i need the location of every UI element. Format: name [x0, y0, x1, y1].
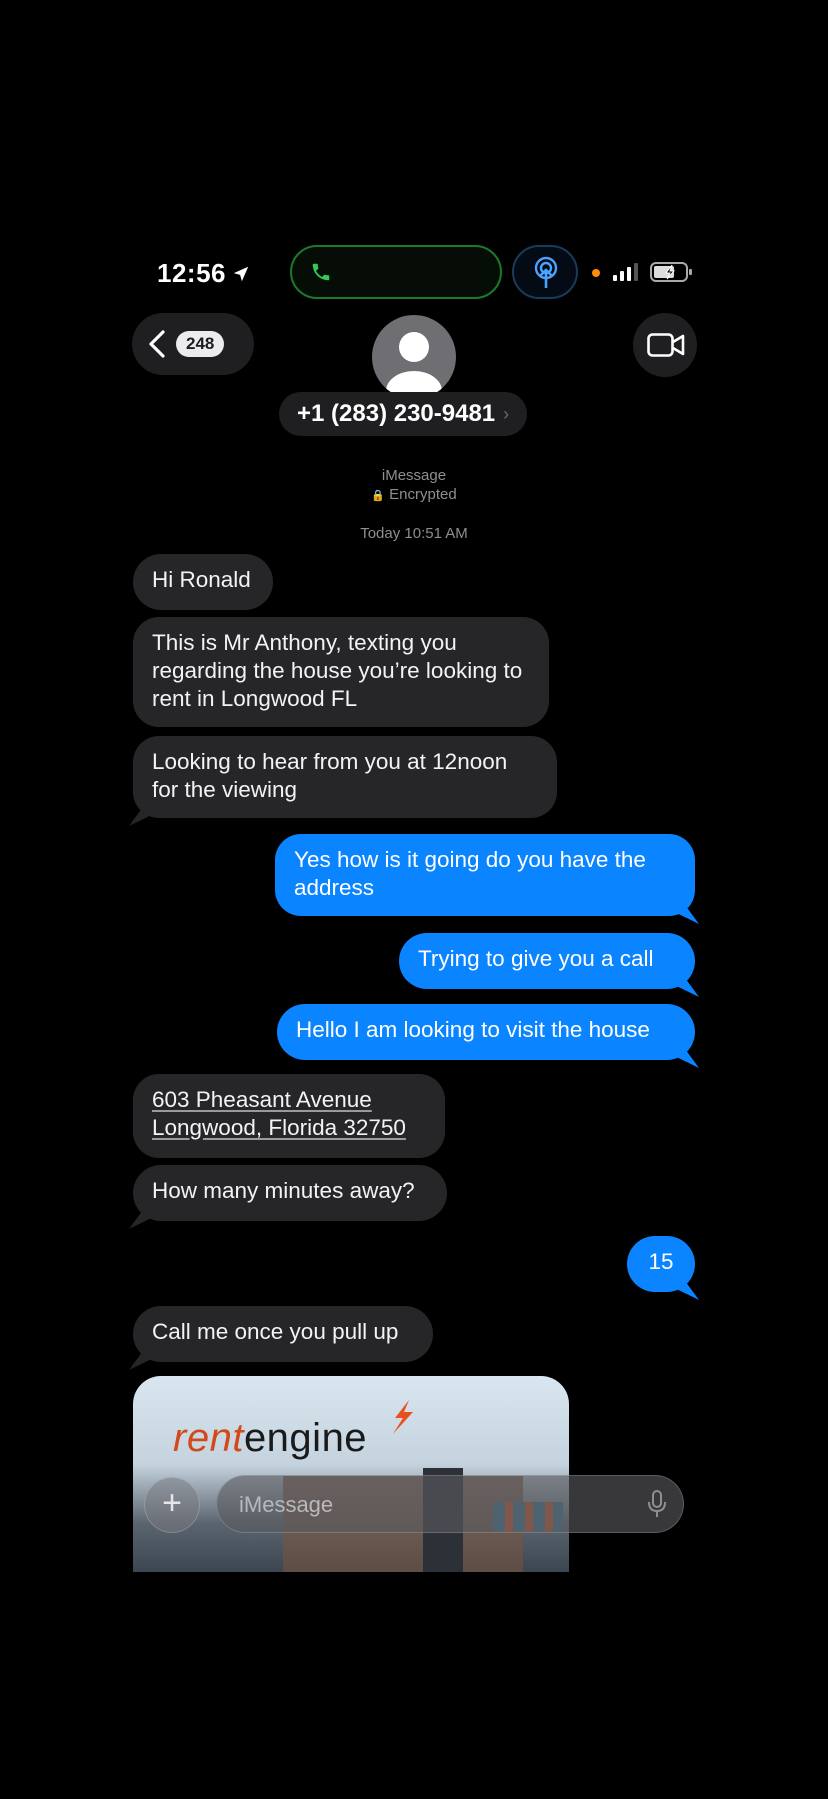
message-incoming[interactable]: Hi Ronald	[133, 554, 273, 610]
message-text: This is Mr Anthony, texting you regardin…	[152, 630, 523, 711]
message-text: Yes how is it going do you have the addr…	[294, 847, 646, 900]
message-outgoing[interactable]: Trying to give you a call	[399, 933, 695, 989]
message-input-field[interactable]	[216, 1475, 684, 1533]
address-line-1[interactable]: 603 Pheasant Avenue	[152, 1086, 426, 1114]
contact-avatar[interactable]	[372, 315, 456, 399]
message-text: Call me once you pull up	[152, 1319, 399, 1344]
lightning-bolt-icon	[393, 1400, 413, 1434]
message-text: Hi Ronald	[152, 567, 251, 592]
active-call-pill[interactable]	[290, 245, 502, 299]
battery-icon	[650, 262, 692, 282]
facetime-video-button[interactable]	[633, 313, 697, 377]
mic-in-use-indicator	[592, 269, 600, 277]
unread-badge: 248	[176, 331, 225, 357]
cellular-signal-icon	[613, 263, 638, 281]
message-text: Hello I am looking to visit the house	[296, 1017, 650, 1042]
status-time: 12:56	[157, 258, 250, 289]
encryption-label: 🔒 Encrypted	[0, 486, 828, 503]
chevron-left-icon	[149, 330, 165, 358]
message-outgoing[interactable]: Yes how is it going do you have the addr…	[275, 834, 695, 916]
message-incoming[interactable]: Looking to hear from you at 12noon for t…	[133, 736, 557, 818]
microphone-icon[interactable]	[647, 1490, 667, 1518]
airdrop-pill[interactable]	[512, 245, 578, 299]
messages-screen: 12:56 248 +1 (283) 230-9481 › iMessage 🔒…	[0, 0, 828, 1799]
phone-icon	[312, 263, 330, 281]
message-text: Trying to give you a call	[418, 946, 654, 971]
message-outgoing[interactable]: 15	[627, 1236, 695, 1292]
lock-icon: 🔒	[371, 490, 385, 502]
message-text: 15	[648, 1249, 674, 1274]
message-outgoing[interactable]: Hello I am looking to visit the house	[277, 1004, 695, 1060]
contact-number: +1 (283) 230-9481	[297, 400, 496, 427]
encryption-text: Encrypted	[389, 486, 457, 503]
address-line-2[interactable]: Longwood, Florida 32750	[152, 1114, 426, 1142]
service-label: iMessage	[381, 467, 447, 484]
link-preview-card[interactable]: rentengine	[133, 1376, 569, 1572]
back-button[interactable]: 248	[132, 313, 254, 375]
plus-icon: +	[162, 1484, 182, 1522]
message-text: Looking to hear from you at 12noon for t…	[152, 749, 508, 802]
contact-name-button[interactable]: +1 (283) 230-9481 ›	[279, 392, 528, 436]
location-arrow-icon	[233, 266, 249, 282]
message-input[interactable]	[237, 1488, 621, 1522]
message-text: How many minutes away?	[152, 1178, 415, 1203]
timestamp: Today 10:51 AM	[360, 525, 468, 542]
message-incoming[interactable]: How many minutes away?	[133, 1165, 447, 1221]
message-incoming[interactable]: Call me once you pull up	[133, 1306, 433, 1362]
chevron-right-icon: ›	[503, 403, 510, 424]
apps-plus-button[interactable]: +	[144, 1477, 200, 1533]
video-camera-icon	[647, 333, 685, 357]
message-incoming[interactable]: This is Mr Anthony, texting you regardin…	[133, 617, 549, 727]
rentengine-logo: rentengine	[173, 1400, 413, 1461]
person-icon	[386, 332, 442, 399]
time-text: 12:56	[157, 258, 226, 288]
message-incoming-address[interactable]: 603 Pheasant Avenue Longwood, Florida 32…	[133, 1074, 445, 1158]
airdrop-icon	[534, 256, 558, 288]
